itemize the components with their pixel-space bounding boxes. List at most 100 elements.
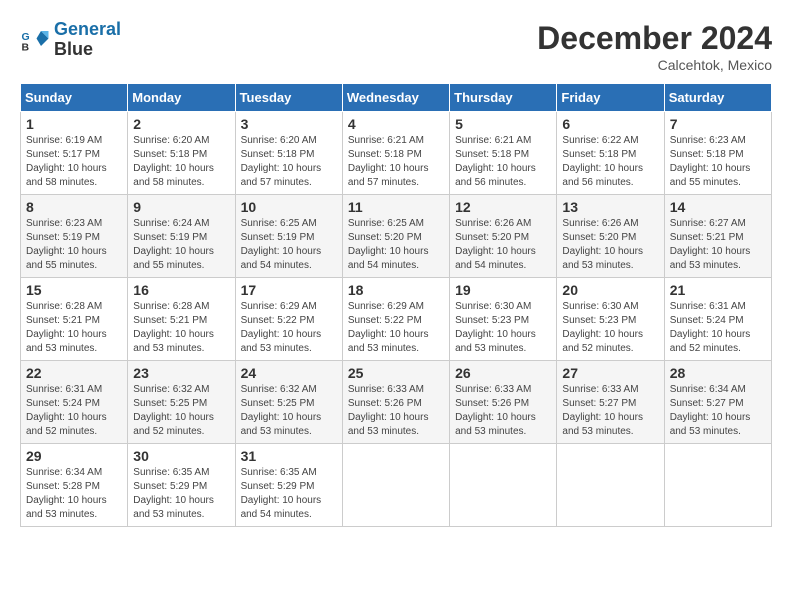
- day-number: 3: [241, 116, 337, 132]
- col-wednesday: Wednesday: [342, 84, 449, 112]
- day-number: 22: [26, 365, 122, 381]
- day-info: Sunrise: 6:33 AMSunset: 5:26 PMDaylight:…: [348, 383, 444, 439]
- table-row: [450, 444, 557, 527]
- day-number: 27: [562, 365, 658, 381]
- table-row: 10 Sunrise: 6:25 AMSunset: 5:19 PMDayligh…: [235, 195, 342, 278]
- day-number: 16: [133, 282, 229, 298]
- col-saturday: Saturday: [664, 84, 771, 112]
- day-number: 10: [241, 199, 337, 215]
- day-info: Sunrise: 6:26 AMSunset: 5:20 PMDaylight:…: [455, 217, 551, 273]
- table-row: 24 Sunrise: 6:32 AMSunset: 5:25 PMDayligh…: [235, 361, 342, 444]
- day-info: Sunrise: 6:23 AMSunset: 5:18 PMDaylight:…: [670, 134, 766, 190]
- table-row: 3 Sunrise: 6:20 AMSunset: 5:18 PMDaylight…: [235, 112, 342, 195]
- day-info: Sunrise: 6:33 AMSunset: 5:26 PMDaylight:…: [455, 383, 551, 439]
- day-info: Sunrise: 6:34 AMSunset: 5:28 PMDaylight:…: [26, 466, 122, 522]
- table-row: 23 Sunrise: 6:32 AMSunset: 5:25 PMDayligh…: [128, 361, 235, 444]
- day-info: Sunrise: 6:32 AMSunset: 5:25 PMDaylight:…: [241, 383, 337, 439]
- day-info: Sunrise: 6:31 AMSunset: 5:24 PMDaylight:…: [670, 300, 766, 356]
- table-row: 5 Sunrise: 6:21 AMSunset: 5:18 PMDaylight…: [450, 112, 557, 195]
- day-info: Sunrise: 6:29 AMSunset: 5:22 PMDaylight:…: [241, 300, 337, 356]
- day-info: Sunrise: 6:23 AMSunset: 5:19 PMDaylight:…: [26, 217, 122, 273]
- logo-icon: G B: [20, 25, 50, 55]
- table-row: 11Sunrise: 6:25 AMSunset: 5:20 PMDayligh…: [342, 195, 449, 278]
- table-row: 9Sunrise: 6:24 AMSunset: 5:19 PMDaylight…: [128, 195, 235, 278]
- day-number: 6: [562, 116, 658, 132]
- day-number: 1: [26, 116, 122, 132]
- day-info: Sunrise: 6:19 AMSunset: 5:17 PMDaylight:…: [26, 134, 122, 190]
- table-row: [664, 444, 771, 527]
- day-number: 18: [348, 282, 444, 298]
- table-row: 8 Sunrise: 6:23 AMSunset: 5:19 PMDaylight…: [21, 195, 128, 278]
- table-row: 13 Sunrise: 6:26 AMSunset: 5:20 PMDayligh…: [557, 195, 664, 278]
- table-row: 31 Sunrise: 6:35 AMSunset: 5:29 PMDayligh…: [235, 444, 342, 527]
- table-row: 19Sunrise: 6:30 AMSunset: 5:23 PMDayligh…: [450, 278, 557, 361]
- day-info: Sunrise: 6:28 AMSunset: 5:21 PMDaylight:…: [133, 300, 229, 356]
- day-number: 30: [133, 448, 229, 464]
- day-info: Sunrise: 6:27 AMSunset: 5:21 PMDaylight:…: [670, 217, 766, 273]
- table-row: 27 Sunrise: 6:33 AMSunset: 5:27 PMDayligh…: [557, 361, 664, 444]
- title-block: December 2024 Calcehtok, Mexico: [537, 20, 772, 73]
- day-info: Sunrise: 6:24 AMSunset: 5:19 PMDaylight:…: [133, 217, 229, 273]
- day-number: 24: [241, 365, 337, 381]
- table-row: 21 Sunrise: 6:31 AMSunset: 5:24 PMDayligh…: [664, 278, 771, 361]
- table-row: 30Sunrise: 6:35 AMSunset: 5:29 PMDayligh…: [128, 444, 235, 527]
- day-info: Sunrise: 6:21 AMSunset: 5:18 PMDaylight:…: [455, 134, 551, 190]
- day-number: 28: [670, 365, 766, 381]
- col-friday: Friday: [557, 84, 664, 112]
- day-number: 31: [241, 448, 337, 464]
- day-number: 23: [133, 365, 229, 381]
- col-thursday: Thursday: [450, 84, 557, 112]
- table-row: 17 Sunrise: 6:29 AMSunset: 5:22 PMDayligh…: [235, 278, 342, 361]
- day-info: Sunrise: 6:25 AMSunset: 5:19 PMDaylight:…: [241, 217, 337, 273]
- day-number: 5: [455, 116, 551, 132]
- calendar-table: Sunday Monday Tuesday Wednesday Thursday…: [20, 83, 772, 527]
- day-number: 4: [348, 116, 444, 132]
- day-number: 17: [241, 282, 337, 298]
- table-row: [557, 444, 664, 527]
- day-info: Sunrise: 6:30 AMSunset: 5:23 PMDaylight:…: [562, 300, 658, 356]
- table-row: 18Sunrise: 6:29 AMSunset: 5:22 PMDayligh…: [342, 278, 449, 361]
- day-info: Sunrise: 6:32 AMSunset: 5:25 PMDaylight:…: [133, 383, 229, 439]
- day-number: 29: [26, 448, 122, 464]
- day-number: 21: [670, 282, 766, 298]
- logo-text: General Blue: [54, 20, 121, 60]
- table-row: [342, 444, 449, 527]
- table-row: 7 Sunrise: 6:23 AMSunset: 5:18 PMDaylight…: [664, 112, 771, 195]
- table-row: 14 Sunrise: 6:27 AMSunset: 5:21 PMDayligh…: [664, 195, 771, 278]
- day-info: Sunrise: 6:31 AMSunset: 5:24 PMDaylight:…: [26, 383, 122, 439]
- table-row: 20 Sunrise: 6:30 AMSunset: 5:23 PMDayligh…: [557, 278, 664, 361]
- page-header: G B General Blue December 2024 Calcehtok…: [20, 20, 772, 73]
- day-number: 20: [562, 282, 658, 298]
- month-title: December 2024: [537, 20, 772, 57]
- day-number: 11: [348, 199, 444, 215]
- table-row: 29 Sunrise: 6:34 AMSunset: 5:28 PMDayligh…: [21, 444, 128, 527]
- col-monday: Monday: [128, 84, 235, 112]
- day-info: Sunrise: 6:33 AMSunset: 5:27 PMDaylight:…: [562, 383, 658, 439]
- svg-text:B: B: [22, 41, 30, 53]
- day-number: 19: [455, 282, 551, 298]
- table-row: 15 Sunrise: 6:28 AMSunset: 5:21 PMDayligh…: [21, 278, 128, 361]
- day-info: Sunrise: 6:20 AMSunset: 5:18 PMDaylight:…: [133, 134, 229, 190]
- table-row: 1 Sunrise: 6:19 AMSunset: 5:17 PMDaylight…: [21, 112, 128, 195]
- day-number: 7: [670, 116, 766, 132]
- day-info: Sunrise: 6:22 AMSunset: 5:18 PMDaylight:…: [562, 134, 658, 190]
- day-info: Sunrise: 6:26 AMSunset: 5:20 PMDaylight:…: [562, 217, 658, 273]
- day-number: 15: [26, 282, 122, 298]
- day-info: Sunrise: 6:35 AMSunset: 5:29 PMDaylight:…: [241, 466, 337, 522]
- table-row: 28 Sunrise: 6:34 AMSunset: 5:27 PMDayligh…: [664, 361, 771, 444]
- day-number: 14: [670, 199, 766, 215]
- table-row: 26Sunrise: 6:33 AMSunset: 5:26 PMDayligh…: [450, 361, 557, 444]
- logo: G B General Blue: [20, 20, 121, 60]
- table-row: 2 Sunrise: 6:20 AMSunset: 5:18 PMDaylight…: [128, 112, 235, 195]
- day-number: 8: [26, 199, 122, 215]
- day-info: Sunrise: 6:20 AMSunset: 5:18 PMDaylight:…: [241, 134, 337, 190]
- day-number: 2: [133, 116, 229, 132]
- day-number: 13: [562, 199, 658, 215]
- col-tuesday: Tuesday: [235, 84, 342, 112]
- day-info: Sunrise: 6:28 AMSunset: 5:21 PMDaylight:…: [26, 300, 122, 356]
- day-info: Sunrise: 6:21 AMSunset: 5:18 PMDaylight:…: [348, 134, 444, 190]
- table-row: 6 Sunrise: 6:22 AMSunset: 5:18 PMDaylight…: [557, 112, 664, 195]
- day-info: Sunrise: 6:34 AMSunset: 5:27 PMDaylight:…: [670, 383, 766, 439]
- table-row: 25Sunrise: 6:33 AMSunset: 5:26 PMDayligh…: [342, 361, 449, 444]
- calendar-header-row: Sunday Monday Tuesday Wednesday Thursday…: [21, 84, 772, 112]
